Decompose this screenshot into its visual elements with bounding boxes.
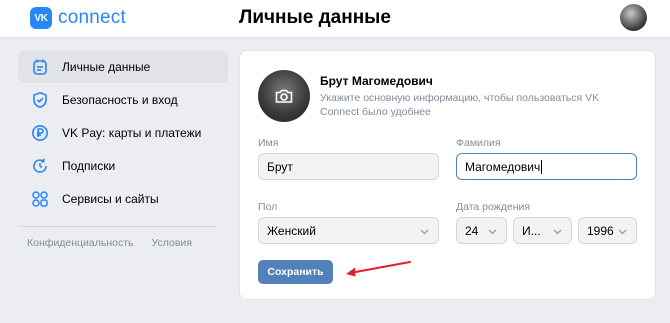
save-button[interactable]: Сохранить: [258, 260, 333, 284]
birth-month-value: И...: [522, 223, 541, 238]
chevron-down-icon: [617, 226, 628, 237]
sidebar-footer: Конфиденциальность Условия: [18, 237, 228, 249]
sidebar-divider: [18, 226, 216, 227]
sidebar-item-label: VK Pay: карты и платежи: [62, 125, 202, 140]
sidebar-item-label: Личные данные: [62, 59, 151, 74]
chevron-down-icon: [552, 226, 563, 237]
sidebar-item-label: Безопасность и вход: [62, 92, 178, 107]
sidebar-item-label: Сервисы и сайты: [62, 191, 159, 206]
gender-value: Женский: [267, 223, 316, 238]
user-avatar[interactable]: [620, 4, 647, 31]
ruble-icon: [31, 124, 49, 142]
privacy-link[interactable]: Конфиденциальность: [27, 237, 134, 249]
profile-hint: Укажите основную информацию, чтобы польз…: [320, 92, 600, 118]
birth-year-select[interactable]: 1996: [578, 217, 637, 244]
sidebar: Личные данные Безопасность и вход VK Pay…: [18, 50, 228, 249]
camera-icon: [275, 89, 293, 103]
personal-data-card: Брут Магомедович Укажите основную информ…: [239, 50, 656, 300]
sidebar-item-subscriptions[interactable]: Подписки: [18, 149, 228, 182]
top-header: VK connect Личные данные: [0, 0, 670, 38]
page-title: Личные данные: [239, 7, 391, 28]
sidebar-item-personal-data[interactable]: Личные данные: [18, 50, 228, 83]
shield-icon: [31, 91, 49, 109]
logo-text: connect: [58, 7, 126, 28]
text-cursor: [541, 159, 543, 174]
chevron-down-icon: [419, 226, 430, 237]
sidebar-item-vk-pay[interactable]: VK Pay: карты и платежи: [18, 116, 228, 149]
annotation-arrow-icon: [346, 261, 411, 277]
vk-logo-icon: VK: [30, 7, 52, 29]
birth-month-select[interactable]: И...: [513, 217, 572, 244]
birth-day-value: 24: [465, 223, 479, 238]
profile-card-icon: [31, 58, 49, 76]
gender-label: Пол: [258, 201, 278, 213]
last-name-label: Фамилия: [456, 137, 501, 149]
sidebar-item-security[interactable]: Безопасность и вход: [18, 83, 228, 116]
sidebar-item-label: Подписки: [62, 158, 116, 173]
sidebar-item-services[interactable]: Сервисы и сайты: [18, 182, 228, 215]
services-grid-icon: [31, 190, 49, 208]
last-name-field[interactable]: Магомедович: [456, 153, 637, 180]
chevron-down-icon: [487, 226, 498, 237]
first-name-label: Имя: [258, 137, 279, 149]
profile-photo[interactable]: [258, 70, 310, 122]
terms-link[interactable]: Условия: [152, 237, 192, 249]
profile-name: Брут Магомедович: [320, 74, 433, 88]
vk-connect-logo[interactable]: VK connect: [30, 7, 126, 29]
last-name-value: Магомедович: [465, 159, 541, 174]
gender-select[interactable]: Женский: [258, 217, 439, 244]
first-name-value: Брут: [267, 159, 293, 174]
first-name-field[interactable]: Брут: [258, 153, 439, 180]
birth-day-select[interactable]: 24: [456, 217, 507, 244]
subscription-icon: [31, 157, 49, 175]
birthdate-label: Дата рождения: [456, 201, 531, 213]
birth-year-value: 1996: [587, 223, 614, 238]
